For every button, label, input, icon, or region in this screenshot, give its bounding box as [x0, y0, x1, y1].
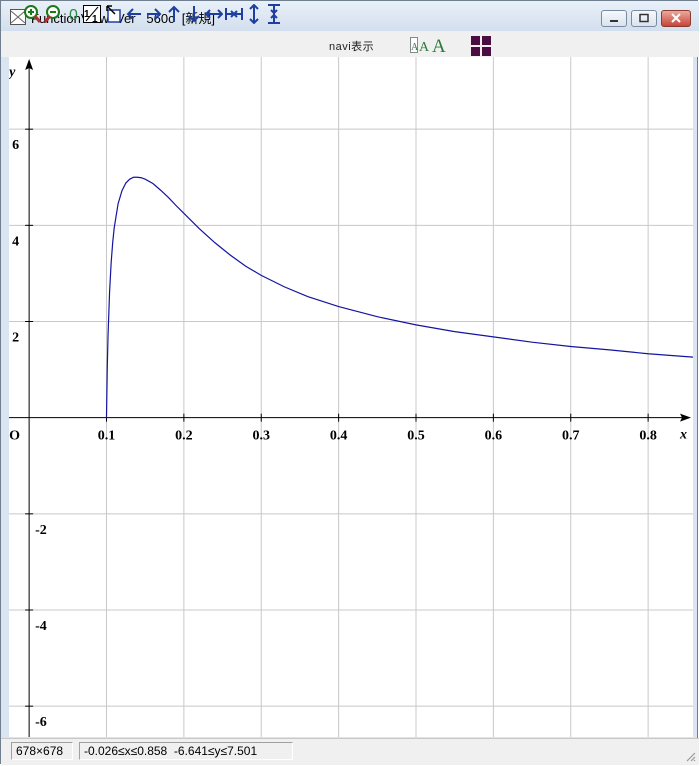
x-tick-label: 0.8 — [639, 429, 657, 444]
fit-button[interactable] — [105, 4, 123, 24]
x-tick-label: 0.2 — [175, 429, 193, 444]
svg-text:1: 1 — [92, 14, 98, 24]
grid-lines — [9, 57, 693, 737]
expand-horizontal-button[interactable] — [205, 4, 223, 24]
pan-right-button[interactable] — [145, 4, 163, 24]
y-tick-label: 6 — [12, 138, 19, 153]
shrink-vertical-button[interactable] — [265, 4, 283, 24]
font-size-button[interactable]: A A A — [410, 34, 452, 56]
shrink-horizontal-button[interactable] — [225, 4, 243, 24]
navi-toggle[interactable]: navi表示 — [329, 38, 374, 54]
pan-up-button[interactable] — [165, 4, 183, 24]
function-curve — [105, 176, 694, 418]
minimize-button[interactable] — [601, 10, 627, 27]
reset-zero-button[interactable]: 0 — [65, 4, 83, 24]
function-graph[interactable]: 0.1 0.2 0.3 0.4 0.5 0.6 0.7 0.8 6 4 2 -2 -4 -6 O x y — [7, 57, 694, 737]
expand-vertical-icon — [249, 4, 259, 24]
font-size-small-icon: A — [411, 42, 419, 53]
resize-grip-icon[interactable] — [684, 750, 696, 762]
svg-text:0: 0 — [69, 7, 78, 24]
svg-text:1: 1 — [84, 9, 90, 20]
zoom-in-button[interactable] — [23, 4, 41, 24]
fit-icon — [106, 5, 121, 23]
arrow-up-icon — [168, 5, 180, 22]
x-tick-label: 0.3 — [252, 429, 270, 444]
font-size-medium-icon: A — [419, 40, 430, 55]
close-icon — [671, 13, 681, 23]
range-readout: -0.026≤x≤0.858 -6.641≤y≤7.501 — [79, 742, 293, 760]
status-bar: 678×678 -0.026≤x≤0.858 -6.641≤y≤7.501 — [1, 738, 699, 765]
arrow-down-icon — [188, 6, 200, 23]
zoom-in-icon — [24, 5, 41, 23]
y-tick-label: 4 — [12, 234, 19, 249]
y-tick-label: 2 — [12, 331, 19, 346]
x-tick-label: 0.6 — [485, 429, 503, 444]
expand-vertical-button[interactable] — [245, 4, 263, 24]
x-tick-label: 0.5 — [407, 429, 425, 444]
y-axis-label: y — [9, 65, 16, 80]
x-axis-label: x — [679, 428, 687, 443]
shrink-vertical-icon — [268, 4, 280, 24]
expand-horizontal-icon — [205, 9, 223, 19]
x-tick-label: 0.4 — [330, 429, 348, 444]
y-tick-label: -4 — [35, 619, 47, 634]
axes — [9, 59, 691, 737]
x-tick-label: 0.7 — [562, 429, 580, 444]
zoom-out-button[interactable] — [44, 4, 62, 24]
tick-labels: 0.1 0.2 0.3 0.4 0.5 0.6 0.7 0.8 6 4 2 -2 -4 -6 O x y — [7, 65, 687, 730]
grid-icon — [471, 36, 491, 56]
y-tick-label: -6 — [35, 715, 47, 730]
grid-toggle-button[interactable] — [471, 36, 491, 56]
curve — [105, 176, 694, 418]
zero-icon: 0 — [69, 7, 78, 24]
plot-area[interactable]: 0.1 0.2 0.3 0.4 0.5 0.6 0.7 0.8 6 4 2 -2 -4 -6 Ox y — [7, 57, 694, 737]
canvas-size-readout: 678×678 — [11, 742, 73, 760]
origin-label: O — [9, 429, 20, 444]
arrow-left-icon — [126, 8, 141, 20]
shrink-horizontal-icon — [225, 8, 243, 20]
one-to-one-icon: 11 — [83, 5, 101, 24]
y-tick-label: -2 — [35, 523, 47, 538]
font-size-large-icon: A — [432, 36, 446, 56]
app-window: FunctionView Ver 560c [新規] 0 11 navi表示 A… — [0, 0, 699, 765]
close-button[interactable] — [661, 10, 691, 27]
maximize-icon — [639, 13, 649, 23]
pan-left-button[interactable] — [125, 4, 143, 24]
maximize-button[interactable] — [631, 10, 657, 27]
x-tick-label: 0.1 — [98, 429, 116, 444]
pan-down-button[interactable] — [185, 4, 203, 24]
arrow-right-icon — [147, 8, 162, 20]
zoom-out-icon — [44, 5, 60, 23]
minimize-icon — [610, 20, 618, 22]
one-to-one-button[interactable]: 11 — [83, 4, 101, 24]
